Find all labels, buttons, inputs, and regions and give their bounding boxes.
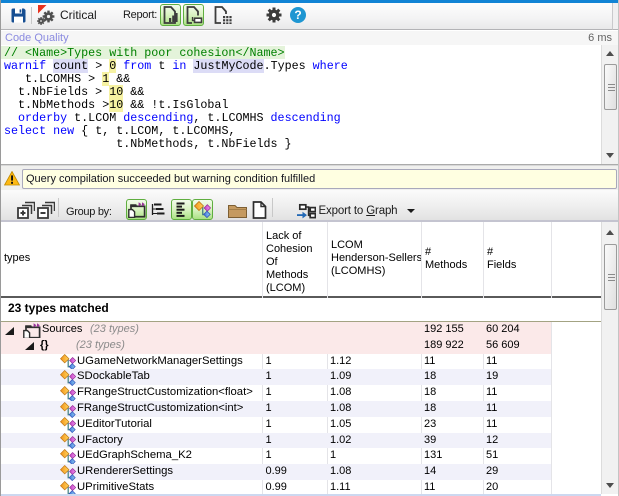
svg-text:?: ?: [294, 8, 301, 22]
